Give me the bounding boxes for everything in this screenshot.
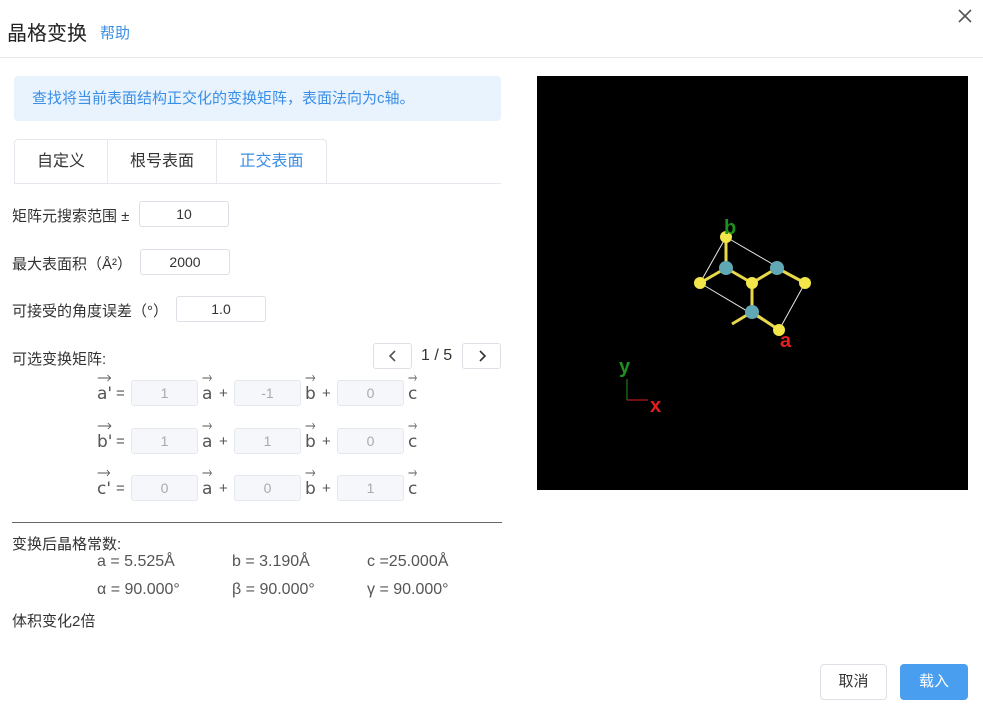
search-range-label: 矩阵元搜索范围 ± (12, 208, 130, 225)
help-link[interactable]: 帮助 (100, 22, 130, 43)
chevron-left-icon (388, 350, 396, 362)
matrix-row-lhs: b' (97, 422, 113, 452)
tabs-underline (14, 183, 501, 184)
tab-custom[interactable]: 自定义 (14, 139, 108, 184)
matrix-cell-2-0[interactable] (131, 475, 198, 501)
basis-vector-c: c (408, 374, 418, 404)
basis-vector-c: c (408, 422, 418, 452)
matrix-cell-1-1[interactable] (234, 428, 301, 454)
basis-vector-a: a (202, 374, 213, 404)
const-a: a = 5.525Å (97, 553, 175, 570)
search-range-input[interactable] (139, 201, 229, 227)
crystal-structure-render[interactable]: b a y x (537, 76, 968, 490)
prev-page-button[interactable] (373, 343, 412, 369)
angle-tolerance-input[interactable] (176, 296, 266, 322)
volume-change-text: 体积变化2倍 (12, 613, 96, 630)
plus-sign: + (219, 385, 228, 402)
max-area-input[interactable] (140, 249, 230, 275)
const-c: c =25.000Å (367, 553, 449, 570)
page-indicator: 1 / 5 (421, 347, 453, 364)
basis-label: b (305, 432, 316, 452)
basis-vector-a: a (202, 422, 213, 452)
lhs-label: c' (97, 479, 112, 499)
const-beta: β = 90.000° (232, 581, 315, 598)
matrix-label: 可选变换矩阵: (12, 351, 107, 368)
next-page-button[interactable] (462, 343, 501, 369)
structure-viewer[interactable]: b a y x (537, 76, 968, 490)
basis-vector-c: c (408, 469, 418, 499)
basis-label: a (202, 384, 213, 404)
section-divider (12, 522, 502, 523)
dialog-title: 晶格变换 (7, 23, 87, 45)
basis-label: c (408, 384, 418, 404)
axis-label-b: b (724, 217, 736, 239)
equals-sign: = (116, 385, 125, 402)
matrix-cell-2-2[interactable] (337, 475, 404, 501)
const-gamma: γ = 90.000° (367, 581, 449, 598)
matrix-cell-0-0[interactable] (131, 380, 198, 406)
plus-sign: + (322, 433, 331, 450)
gizmo-label-y: y (619, 356, 631, 378)
equals-sign: = (116, 480, 125, 497)
lhs-label: a' (97, 384, 113, 404)
basis-vector-a: a (202, 469, 213, 499)
angle-tolerance-label: 可接受的角度误差（°） (12, 303, 168, 320)
matrix-cell-0-1[interactable] (234, 380, 301, 406)
dialog-header: 晶格变换 帮助 (0, 0, 983, 58)
lattice-constants-label: 变换后晶格常数: (12, 536, 122, 553)
cancel-button[interactable]: 取消 (820, 664, 887, 700)
basis-label: c (408, 479, 418, 499)
const-b: b = 3.190Å (232, 553, 310, 570)
matrix-cell-1-2[interactable] (337, 428, 404, 454)
plus-sign: + (219, 480, 228, 497)
basis-vector-b: b (305, 374, 316, 404)
plus-sign: + (322, 480, 331, 497)
info-alert: 查找将当前表面结构正交化的变换矩阵，表面法向为c轴。 (14, 76, 501, 121)
load-button[interactable]: 载入 (900, 664, 968, 700)
basis-label: b (305, 384, 316, 404)
basis-label: b (305, 479, 316, 499)
basis-vector-b: b (305, 469, 316, 499)
basis-vector-b: b (305, 422, 316, 452)
mode-tabs: 自定义 根号表面 正交表面 (14, 139, 327, 184)
basis-label: a (202, 432, 213, 452)
matrix-cell-1-0[interactable] (131, 428, 198, 454)
close-icon[interactable] (955, 6, 975, 26)
lhs-label: b' (97, 432, 113, 452)
chevron-right-icon (478, 350, 486, 362)
matrix-cell-0-2[interactable] (337, 380, 404, 406)
basis-label: c (408, 432, 418, 452)
matrix-row-lhs: c' (97, 469, 112, 499)
yellow-atoms (694, 231, 811, 336)
gizmo-label-x: x (650, 395, 661, 417)
plus-sign: + (219, 433, 228, 450)
tab-orthogonal-surface[interactable]: 正交表面 (217, 139, 327, 184)
equals-sign: = (116, 433, 125, 450)
matrix-cell-2-1[interactable] (234, 475, 301, 501)
basis-label: a (202, 479, 213, 499)
plus-sign: + (322, 385, 331, 402)
const-alpha: α = 90.000° (97, 581, 180, 598)
axis-label-a: a (780, 330, 792, 352)
max-area-label: 最大表面积（Å²） (12, 256, 133, 273)
tab-sqrt-surface[interactable]: 根号表面 (108, 139, 217, 184)
matrix-row-lhs: a' (97, 374, 113, 404)
